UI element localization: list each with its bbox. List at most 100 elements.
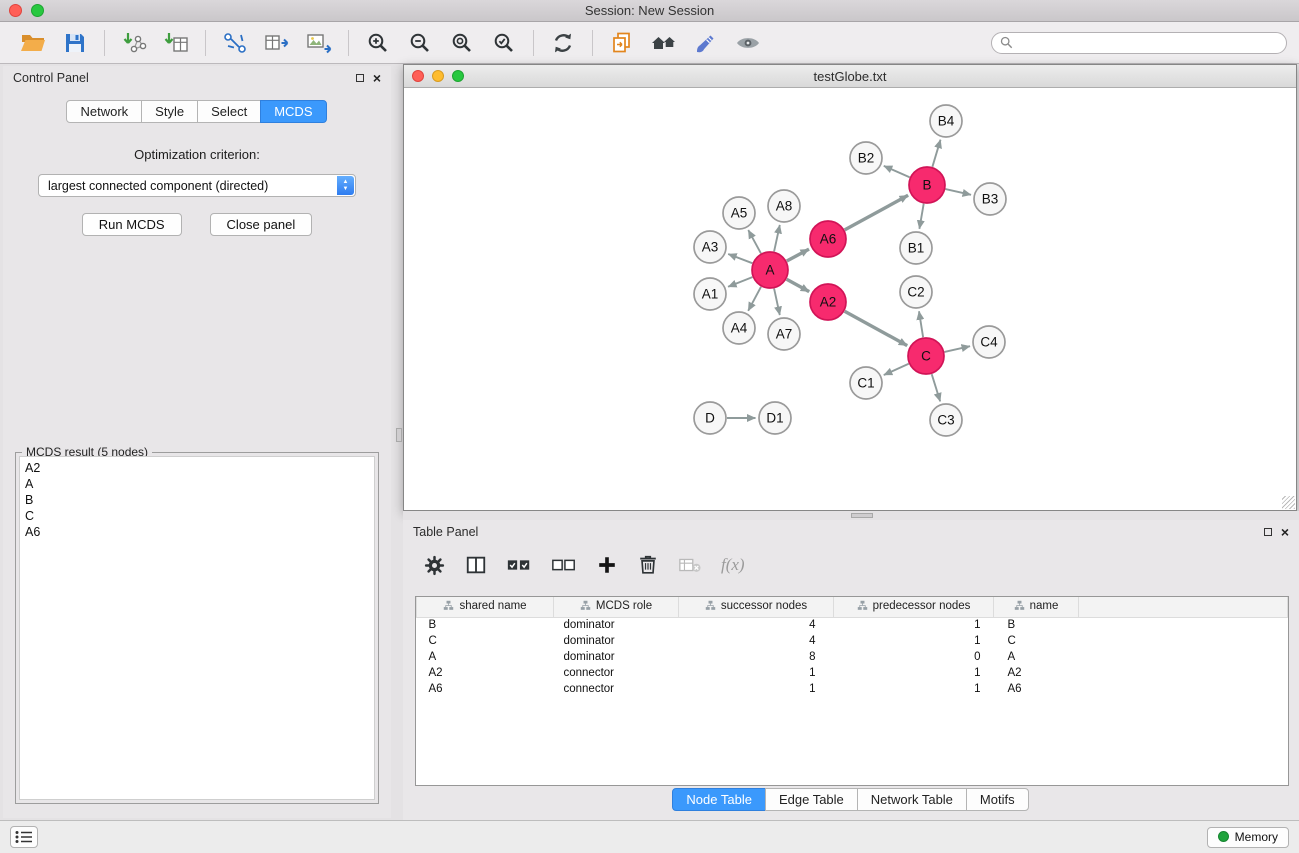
- table-settings-button[interactable]: [423, 554, 446, 577]
- table-cell[interactable]: B: [417, 617, 554, 633]
- table-cell[interactable]: connector: [554, 681, 679, 697]
- refresh-button[interactable]: [542, 25, 584, 61]
- network-window-titlebar[interactable]: testGlobe.txt: [404, 65, 1296, 88]
- table-cell[interactable]: A2: [417, 665, 554, 681]
- node-A1[interactable]: A1: [694, 278, 726, 310]
- node-table[interactable]: shared nameMCDS rolesuccessor nodesprede…: [415, 596, 1289, 786]
- table-row[interactable]: Bdominator41B: [417, 617, 1288, 633]
- table-cell[interactable]: A6: [994, 681, 1079, 697]
- tab-edge-table[interactable]: Edge Table: [765, 788, 858, 811]
- zoom-selected-button[interactable]: [483, 25, 525, 61]
- edge-C-C3[interactable]: [932, 374, 941, 401]
- table-row[interactable]: A2connector11A2: [417, 665, 1288, 681]
- edge-B-B3[interactable]: [946, 189, 972, 195]
- node-D[interactable]: D: [694, 402, 726, 434]
- edge-A-A8[interactable]: [774, 225, 780, 251]
- tab-style[interactable]: Style: [141, 100, 198, 123]
- node-C2[interactable]: C2: [900, 276, 932, 308]
- table-cell[interactable]: C: [417, 633, 554, 649]
- horizontal-splitter-handle[interactable]: [851, 513, 873, 518]
- edge-B-B2[interactable]: [884, 166, 910, 177]
- node-C[interactable]: C: [908, 338, 944, 374]
- table-cell[interactable]: A6: [417, 681, 554, 697]
- table-cell[interactable]: 1: [834, 617, 994, 633]
- search-box[interactable]: [991, 32, 1287, 54]
- optimization-dropdown[interactable]: largest connected component (directed) ▲…: [38, 174, 356, 197]
- node-A2[interactable]: A2: [810, 284, 846, 320]
- horizontal-splitter[interactable]: [403, 511, 1299, 520]
- column-header-shared-name[interactable]: shared name: [417, 597, 554, 617]
- node-A[interactable]: A: [752, 252, 788, 288]
- edge-C-C1[interactable]: [884, 364, 909, 375]
- table-cell[interactable]: 1: [834, 633, 994, 649]
- deselect-all-button[interactable]: [551, 555, 577, 575]
- table-cell[interactable]: 1: [834, 665, 994, 681]
- import-table-button[interactable]: [155, 25, 197, 61]
- save-session-button[interactable]: [54, 25, 96, 61]
- node-B4[interactable]: B4: [930, 105, 962, 137]
- tab-mcds[interactable]: MCDS: [260, 100, 326, 123]
- delete-column-button[interactable]: [637, 554, 659, 576]
- home-button[interactable]: [643, 25, 685, 61]
- table-row[interactable]: A6connector11A6: [417, 681, 1288, 697]
- table-cell[interactable]: A: [417, 649, 554, 665]
- node-B3[interactable]: B3: [974, 183, 1006, 215]
- tab-network[interactable]: Network: [66, 100, 142, 123]
- column-header-MCDS-role[interactable]: MCDS role: [554, 597, 679, 617]
- run-mcds-button[interactable]: Run MCDS: [82, 213, 182, 236]
- edge-C-C4[interactable]: [945, 346, 971, 352]
- table-cell[interactable]: dominator: [554, 617, 679, 633]
- edge-B-B4[interactable]: [932, 140, 940, 167]
- node-B[interactable]: B: [909, 167, 945, 203]
- table-cell[interactable]: dominator: [554, 649, 679, 665]
- close-panel-icon[interactable]: ×: [1281, 527, 1289, 537]
- node-D1[interactable]: D1: [759, 402, 791, 434]
- mcds-result-item[interactable]: B: [25, 492, 369, 508]
- zoom-in-button[interactable]: [357, 25, 399, 61]
- edge-B-B1[interactable]: [919, 204, 923, 229]
- export-network-button[interactable]: [214, 25, 256, 61]
- node-A3[interactable]: A3: [694, 231, 726, 263]
- edge-A-A4[interactable]: [748, 287, 761, 311]
- mcds-result-item[interactable]: C: [25, 508, 369, 524]
- tab-node-table[interactable]: Node Table: [672, 788, 766, 811]
- table-cell[interactable]: A2: [994, 665, 1079, 681]
- tab-select[interactable]: Select: [197, 100, 261, 123]
- style-button[interactable]: [685, 25, 727, 61]
- column-header-name[interactable]: name: [994, 597, 1079, 617]
- memory-button[interactable]: Memory: [1207, 827, 1289, 848]
- node-A5[interactable]: A5: [723, 197, 755, 229]
- edge-A-A3[interactable]: [728, 254, 752, 263]
- table-cell[interactable]: A: [994, 649, 1079, 665]
- table-cell[interactable]: 0: [834, 649, 994, 665]
- edge-A-A2[interactable]: [787, 279, 810, 291]
- float-panel-icon[interactable]: [1264, 528, 1272, 536]
- mcds-result-item[interactable]: A2: [25, 460, 369, 476]
- open-session-button[interactable]: [12, 25, 54, 61]
- mcds-result-item[interactable]: A: [25, 476, 369, 492]
- tab-motifs[interactable]: Motifs: [966, 788, 1029, 811]
- table-cell[interactable]: 1: [679, 681, 834, 697]
- node-C1[interactable]: C1: [850, 367, 882, 399]
- mcds-result-list[interactable]: A2ABCA6: [19, 456, 375, 800]
- table-cell[interactable]: 4: [679, 617, 834, 633]
- column-header-successor-nodes[interactable]: successor nodes: [679, 597, 834, 617]
- tab-network-table[interactable]: Network Table: [857, 788, 967, 811]
- node-C4[interactable]: C4: [973, 326, 1005, 358]
- edge-C-C2[interactable]: [919, 311, 923, 337]
- show-columns-button[interactable]: [465, 554, 487, 576]
- column-header-predecessor-nodes[interactable]: predecessor nodes: [834, 597, 994, 617]
- table-row[interactable]: Cdominator41C: [417, 633, 1288, 649]
- task-history-button[interactable]: [10, 826, 38, 848]
- edge-A-A7[interactable]: [774, 289, 780, 315]
- export-image-button[interactable]: [298, 25, 340, 61]
- mcds-result-item[interactable]: A6: [25, 524, 369, 540]
- node-B1[interactable]: B1: [900, 232, 932, 264]
- table-cell[interactable]: 4: [679, 633, 834, 649]
- edge-A-A1[interactable]: [728, 277, 752, 287]
- close-panel-button[interactable]: Close panel: [210, 213, 313, 236]
- node-A7[interactable]: A7: [768, 318, 800, 350]
- select-all-button[interactable]: [506, 555, 532, 575]
- float-panel-icon[interactable]: [356, 74, 364, 82]
- table-cell[interactable]: connector: [554, 665, 679, 681]
